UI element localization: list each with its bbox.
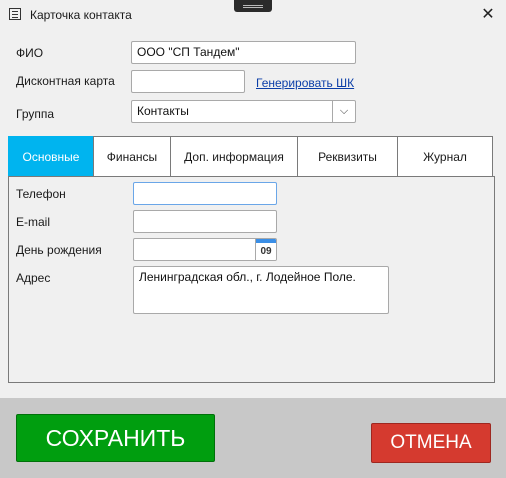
chevron-down-icon[interactable]: ⌵ [332,101,355,122]
tab-requisites[interactable]: Реквизиты [297,136,398,177]
address-field[interactable]: Ленинградская обл., г. Лодейное Поле. [133,266,389,314]
title-bar: Карточка контакта ✕ [0,0,506,30]
tab-additional-info[interactable]: Доп. информация [170,136,298,177]
discount-card-field[interactable] [131,70,245,93]
fio-field[interactable]: ООО "СП Тандем" [131,41,356,64]
tab-main[interactable]: Основные [8,136,94,177]
group-selected-value: Контакты [137,104,189,118]
drag-handle[interactable] [234,0,272,12]
calendar-day: 09 [260,246,272,257]
fio-label: ФИО [16,46,44,60]
calendar-header [256,239,276,243]
birthday-label: День рождения [16,243,102,257]
phone-field[interactable] [133,182,277,205]
phone-label: Телефон [16,187,66,201]
email-field[interactable] [133,210,277,233]
cancel-button[interactable]: ОТМЕНА [371,423,491,463]
tab-finance[interactable]: Финансы [93,136,171,177]
contact-card-icon [9,8,21,20]
address-label: Адрес [16,271,51,285]
save-button[interactable]: СОХРАНИТЬ [16,414,215,462]
discount-card-label: Дисконтная карта [16,74,115,88]
tab-journal[interactable]: Журнал [397,136,493,177]
group-select[interactable]: Контакты ⌵ [131,100,356,123]
close-icon[interactable]: ✕ [478,5,498,25]
window-title: Карточка контакта [30,8,132,22]
generate-barcode-link[interactable]: Генерировать ШК [256,76,354,90]
calendar-icon[interactable]: 09 [255,239,276,260]
birthday-field[interactable]: 09 [133,238,277,261]
email-label: E-mail [16,215,51,229]
group-label: Группа [16,107,55,121]
